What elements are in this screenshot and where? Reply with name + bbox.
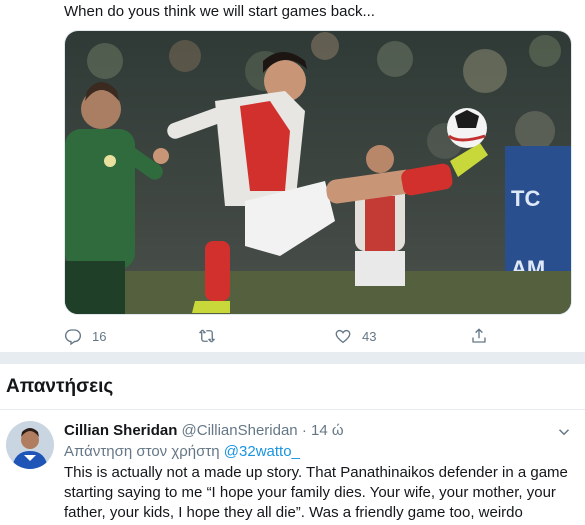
heading-divider	[0, 409, 585, 410]
football-photo: TC AM	[65, 31, 571, 314]
tweet-actions: 16 43	[64, 322, 494, 350]
reply-timestamp[interactable]: 14 ώ	[311, 422, 344, 439]
chevron-down-icon	[558, 429, 570, 436]
reply-button[interactable]: 16	[64, 322, 106, 350]
reply-author-handle[interactable]: @CillianSheridan	[182, 422, 298, 439]
replies-heading: Απαντήσεις	[6, 376, 114, 397]
avatar[interactable]	[6, 421, 54, 469]
retweet-icon	[199, 329, 215, 343]
retweet-button[interactable]	[198, 322, 216, 350]
section-separator	[0, 352, 585, 364]
reply-count: 16	[92, 328, 107, 344]
like-count: 43	[362, 328, 377, 344]
reply-icon	[64, 329, 82, 345]
share-button[interactable]	[470, 322, 488, 350]
like-button[interactable]: 43	[334, 322, 376, 350]
more-options-button[interactable]	[555, 423, 573, 441]
share-icon	[472, 328, 486, 343]
tweet-photo[interactable]: TC AM	[64, 30, 572, 315]
reply-text: This is actually not a made up story. Th…	[64, 464, 568, 521]
tweet-text: When do yous think we will start games b…	[64, 3, 375, 20]
reply-to-handle[interactable]: @32watto_	[224, 443, 300, 460]
avatar-image	[6, 421, 54, 469]
reply-header: Cillian Sheridan @CillianSheridan · 14 ώ	[64, 421, 344, 441]
heart-icon	[335, 329, 351, 344]
reply-context: Απάντηση στον χρήστη @32watto_	[64, 442, 300, 462]
reply-item[interactable]: Cillian Sheridan @CillianSheridan · 14 ώ…	[0, 413, 585, 525]
reply-author-name[interactable]: Cillian Sheridan	[64, 422, 177, 439]
svg-text:TC: TC	[511, 186, 540, 211]
reply-to-prefix: Απάντηση στον χρήστη	[64, 443, 220, 460]
meta-separator: ·	[301, 422, 307, 439]
